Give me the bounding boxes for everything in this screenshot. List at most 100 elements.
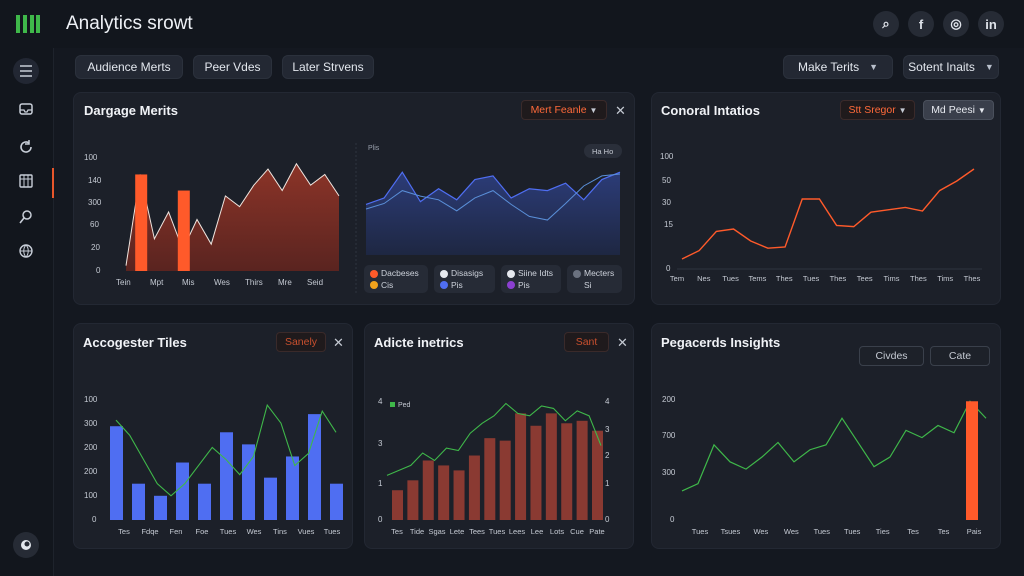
y-tick: 100: [84, 153, 98, 162]
x-tick: Tims: [937, 274, 953, 283]
chevron-down-icon: ▼: [869, 62, 879, 72]
y-tick: 0: [92, 515, 97, 524]
bar: [392, 490, 403, 520]
x-tick: Foe: [196, 527, 209, 536]
bar: [453, 470, 465, 520]
legend-label: Pis: [518, 280, 530, 290]
accog-chart: 100 300 200 200 100 0 Tes Fdqe Fen Foe Tues W…: [84, 395, 343, 536]
tab-peer-vdes[interactable]: Peer Vdes: [193, 55, 272, 79]
instagram-icon[interactable]: ◎: [943, 11, 969, 37]
calendar-icon[interactable]: [13, 168, 39, 194]
refresh-icon[interactable]: [13, 134, 39, 160]
bar: [154, 495, 167, 520]
bar: [407, 480, 419, 520]
sidebar: [0, 48, 54, 576]
sotent-inaits-select[interactable]: Sotent Inaits ▼: [903, 55, 999, 79]
bar: [264, 477, 277, 520]
legend-label: Cis: [381, 280, 394, 290]
x-tick: Thes: [910, 274, 927, 283]
bar: [438, 465, 450, 520]
sotent-inaits-label: Sotent Inaits: [908, 60, 975, 74]
bar: [286, 456, 299, 520]
y2-tick: 0: [605, 515, 610, 524]
y-tick: 300: [84, 419, 98, 428]
inbox-icon[interactable]: [13, 96, 39, 122]
x-tick: Wes: [214, 278, 230, 287]
bar: [592, 430, 603, 520]
globe-icon[interactable]: [13, 238, 39, 264]
legend-swatch: [507, 281, 515, 289]
legend-item[interactable]: Mecters Si: [567, 265, 622, 293]
bar: [561, 423, 573, 520]
legend-swatch: [440, 281, 448, 289]
linkedin-icon[interactable]: in: [978, 11, 1004, 37]
x-tick: Cue: [570, 527, 584, 536]
legend-item[interactable]: Disasigs Pis: [434, 265, 495, 293]
search-icon[interactable]: ⌕: [873, 11, 899, 37]
list-icon[interactable]: [13, 58, 39, 84]
legend-label: Siine Idts: [518, 268, 553, 278]
x-tick: Mpt: [150, 278, 164, 287]
x-tick: Wes: [753, 527, 768, 536]
app-header: Analytics srowt ⌕ f ◎ in: [0, 0, 1024, 48]
y2-tick: 1: [605, 479, 610, 488]
x-tick: Lee: [531, 527, 544, 536]
audience-panel: Adicte inetrics Sant ✕ Ped 4 3 1 0 4 3 2…: [364, 323, 634, 549]
y-tick: 0: [666, 264, 671, 273]
ha-ho-label: Ha Ho: [592, 147, 613, 156]
make-terits-select[interactable]: Make Terits ▼: [783, 55, 893, 79]
x-tick: Tues: [814, 527, 831, 536]
x-tick: Fen: [170, 527, 183, 536]
accog-panel: Accogester Tiles Sanely ✕ 100 300 200 20…: [73, 323, 353, 549]
x-tick: Vues: [298, 527, 315, 536]
bar: [110, 426, 123, 520]
x-tick: Ties: [876, 527, 890, 536]
x-tick: Tues: [722, 274, 739, 283]
x-tick: Fdqe: [141, 527, 158, 536]
chevron-down-icon: ▼: [984, 62, 994, 72]
bar: [135, 174, 148, 271]
x-tick: Tues: [324, 527, 341, 536]
x-tick: Lees: [509, 527, 526, 536]
x-tick: Thes: [964, 274, 981, 283]
bar: [220, 432, 233, 520]
general-chart: 100 50 30 15 0 Tem Nes Tues Tems Thes Tues The…: [660, 152, 982, 283]
x-tick: Tues: [692, 527, 709, 536]
y-tick: 140: [88, 176, 102, 185]
y-tick: 20: [91, 243, 100, 252]
x-tick: Thirs: [245, 278, 263, 287]
legend-label: Si: [584, 280, 592, 290]
y-tick: 1: [378, 479, 383, 488]
y2-tick: 3: [605, 425, 610, 434]
y-tick: 300: [662, 468, 676, 477]
facebook-icon[interactable]: f: [908, 11, 934, 37]
bar: [545, 413, 557, 520]
bar: [176, 462, 189, 520]
series-line: [681, 168, 975, 260]
right-chart-label: Plis: [368, 145, 380, 152]
x-tick: Thes: [830, 274, 847, 283]
legend-label: Dacbeses: [381, 268, 419, 278]
legend-item[interactable]: Dacbeses Cis: [364, 265, 428, 293]
x-tick: Tues: [803, 274, 820, 283]
area-fill: [366, 172, 620, 255]
insights-panel: Pegacerds Insights Civdes Cate 200 700 3…: [651, 323, 1001, 549]
bar: [515, 413, 527, 520]
x-tick: Wes: [784, 527, 799, 536]
user-search-icon[interactable]: [13, 204, 39, 230]
legend-item[interactable]: Siine Idts Pis: [501, 265, 561, 293]
tab-audience-merts[interactable]: Audience Merts: [75, 55, 183, 79]
legend-label: Ped: [398, 402, 411, 409]
x-tick: Tes: [938, 527, 950, 536]
make-terits-label: Make Terits: [797, 60, 860, 74]
x-tick: Mre: [278, 278, 292, 287]
help-icon[interactable]: [13, 532, 39, 558]
bar: [484, 438, 496, 520]
app-title: Analytics srowt: [66, 13, 193, 34]
tab-later-strvens[interactable]: Later Strvens: [282, 55, 374, 79]
legend-swatch: [370, 270, 378, 278]
x-tick: Tes: [118, 527, 130, 536]
y-tick: 4: [378, 397, 383, 406]
y-tick: 100: [84, 395, 98, 404]
y-tick: 100: [660, 152, 674, 161]
